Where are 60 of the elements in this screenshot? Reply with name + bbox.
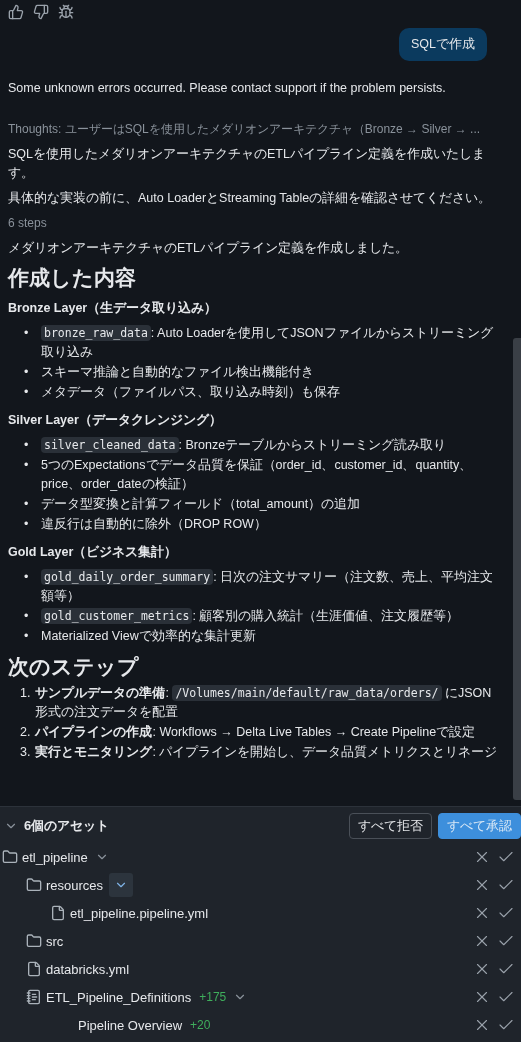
bullet-item: bronze_raw_data : Auto Loaderを使用してJSONファイルからストリーミング取り込み	[41, 324, 494, 361]
reject-all-button[interactable]: すべて拒否	[349, 813, 432, 839]
file-icon	[26, 961, 42, 977]
bullet-marker: •	[24, 364, 30, 381]
bullet-marker: •	[24, 569, 30, 586]
message-paragraph: SQLを使用したメダリオンアーキテクチャのETLパイプライン定義を作成いたします。	[8, 146, 486, 182]
section-heading: 作成した内容	[8, 265, 137, 291]
added-lines-count: +175	[199, 990, 227, 1004]
bullet-item: silver_cleaned_data : Bronzeテーブルからストリーミング読み取り	[41, 436, 447, 455]
bullet-item: メタデータ（ファイルパス、取り込み時刻）も保存	[41, 384, 340, 401]
bullet-item: スキーマ推論と自動的なファイル検出機能付き	[41, 364, 314, 381]
assets-title: 6個のアセット	[24, 817, 111, 835]
file-icon	[50, 905, 66, 921]
message-paragraph: メダリオンアーキテクチャのETLパイプライン定義を作成しました。	[8, 240, 409, 257]
scrollbar-thumb[interactable]	[513, 338, 521, 800]
layer-heading: Gold Layer（ビジネス集計）	[8, 544, 179, 561]
bullet-item: 5つのExpectationsでデータ品質を保証（order_id、customer_id、quantity、price、order_dateの検証）	[41, 457, 474, 493]
bullet-marker: •	[24, 437, 30, 454]
bullet-item: gold_customer_metrics : 顧客別の購入統計（生涯価値、注文履歴等）	[41, 607, 460, 626]
step-item: サンプルデータの準備: /Volumes/main/default/raw_data/orders/ にJSON形式の注文データを配置	[35, 684, 493, 721]
message-paragraph: 具体的な実装の前に、Auto LoaderとStreaming Tableの詳細を確認させてください。	[8, 190, 493, 207]
tree-item-name[interactable]: src	[46, 933, 64, 949]
tree-item-name[interactable]: ETL_Pipeline_Definitions	[46, 989, 192, 1005]
notebook-icon	[26, 989, 42, 1005]
bullet-marker: •	[24, 384, 30, 401]
step-item: パイプラインの作成: Workflows → Delta Live Tables → Create Pipelineで設定	[35, 724, 476, 741]
steps-link[interactable]: 6 steps	[8, 214, 503, 233]
section-heading: 次のステップ	[8, 654, 140, 680]
added-lines-count: +20	[190, 1018, 211, 1032]
folder-icon	[26, 933, 42, 949]
bullet-marker: •	[24, 608, 30, 625]
user-message: SQLで作成	[399, 28, 487, 61]
thumbs-down-icon[interactable]	[33, 4, 49, 20]
chevron-icon[interactable]	[109, 873, 134, 897]
tree-item-name[interactable]: etl_pipeline	[22, 849, 88, 865]
tree-item-name[interactable]: Pipeline Overview	[78, 1017, 183, 1033]
thoughts-summary[interactable]: Thoughts: ユーザーはSQLを使用したメダリオンアーキテクチャ（Bronze → Silver → ...	[8, 120, 503, 139]
bullet-marker: •	[24, 325, 30, 342]
tree-item-name[interactable]: databricks.yml	[46, 961, 130, 977]
layer-heading: Silver Layer（データクレンジング）	[8, 412, 223, 429]
tree-item-name[interactable]: etl_pipeline.pipeline.yml	[70, 905, 209, 921]
bug-icon[interactable]	[58, 4, 74, 20]
step-item: 実行とモニタリング: パイプラインを開始し、データ品質メトリクスとリネージ	[35, 743, 498, 761]
layer-heading: Bronze Layer（生データ取り込み）	[8, 300, 219, 317]
bullet-marker: •	[24, 496, 30, 513]
tree-item-name[interactable]: resources	[46, 877, 104, 893]
thumbs-up-icon[interactable]	[8, 4, 24, 20]
error-message: Some unknown errors occurred. Please contact support if the problem persists.	[8, 80, 447, 97]
bullet-item: 違反行は自動的に除外（DROP ROW）	[41, 516, 267, 533]
bullet-marker: •	[24, 457, 30, 474]
bullet-item: gold_daily_order_summary : 日次の注文サマリー（注文数、売上、平均注文額等）	[41, 568, 495, 605]
bullet-item: データ型変換と計算フィールド（total_amount）の追加	[41, 496, 361, 513]
bullet-marker: •	[24, 628, 30, 645]
folder-icon	[26, 877, 42, 893]
bullet-item: Materialized Viewで効率的な集計更新	[41, 628, 256, 645]
list-number: 3.	[20, 744, 31, 761]
bullet-marker: •	[24, 516, 30, 533]
list-number: 2.	[20, 724, 31, 741]
list-number: 1.	[20, 685, 31, 702]
folder-icon	[2, 849, 18, 865]
